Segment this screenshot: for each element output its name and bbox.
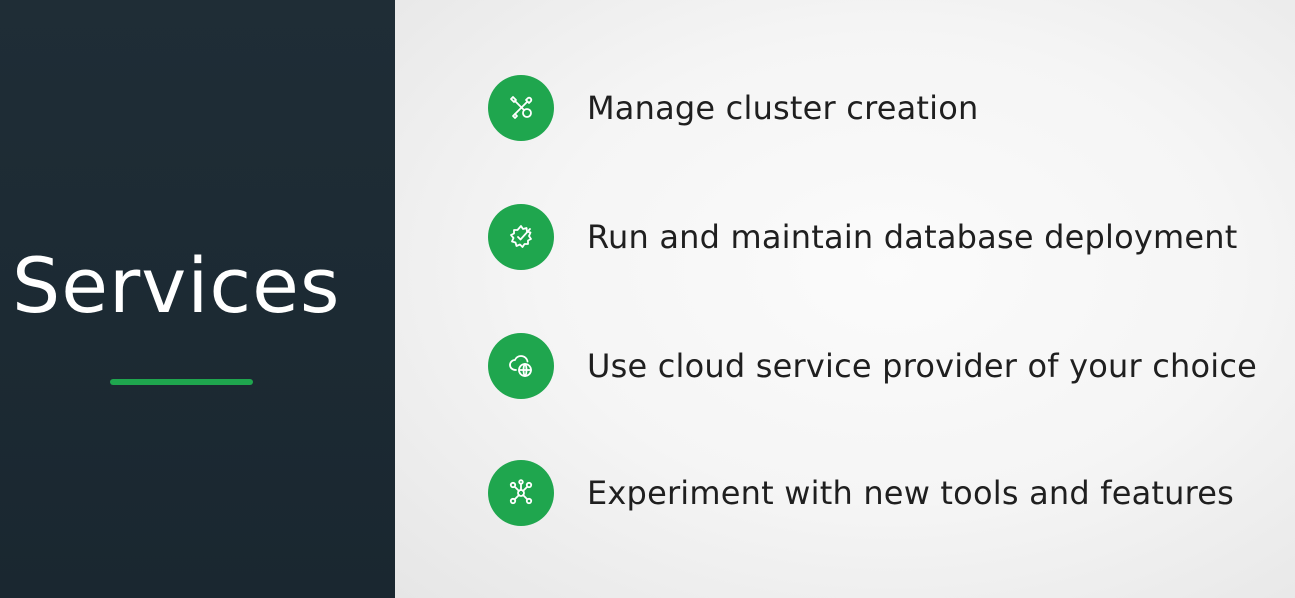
title-panel: Services — [0, 0, 395, 598]
service-label: Run and maintain database deployment — [587, 218, 1238, 256]
service-label: Manage cluster creation — [587, 89, 979, 127]
tools-icon — [488, 75, 554, 141]
service-item-cloud-provider: Use cloud service provider of your choic… — [488, 333, 1257, 399]
cloud-globe-icon — [488, 333, 554, 399]
page-title: Services — [12, 241, 341, 330]
service-item-experiment: Experiment with new tools and features — [488, 460, 1234, 526]
service-item-database-deployment: Run and maintain database deployment — [488, 204, 1238, 270]
service-item-cluster-creation: Manage cluster creation — [488, 75, 979, 141]
service-label: Use cloud service provider of your choic… — [587, 347, 1258, 385]
network-nodes-icon — [488, 460, 554, 526]
service-label: Experiment with new tools and features — [587, 474, 1235, 512]
gear-check-icon — [488, 204, 554, 270]
title-underline — [110, 379, 253, 385]
